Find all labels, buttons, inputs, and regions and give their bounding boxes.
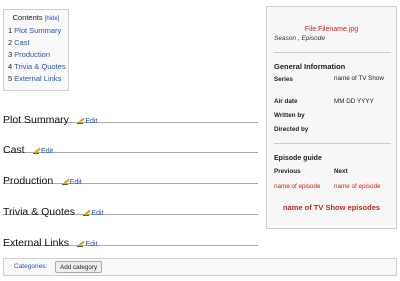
toc-item-cast[interactable]: 2 Cast [8, 37, 64, 49]
edit-link[interactable]: Edit [77, 241, 97, 248]
section-external-links: External Links Edit [3, 233, 258, 249]
section-heading: Production [3, 175, 54, 187]
toc-hide-link[interactable]: [hide] [45, 16, 60, 22]
add-category-button[interactable]: Add category [55, 261, 103, 273]
section-heading: Trivia & Quotes [3, 206, 75, 218]
section-heading: Cast [3, 144, 25, 156]
toc-item-label[interactable]: Cast [14, 38, 29, 47]
section-heading: Plot Summary [3, 114, 69, 126]
toc-item-label[interactable]: Production [14, 50, 50, 59]
edit-link[interactable]: Edit [61, 178, 82, 186]
written-by-label: Written by [274, 112, 305, 119]
toc-item-external-links[interactable]: 5 External Links [8, 73, 64, 85]
section-plot-summary: Plot Summary Edit [3, 110, 258, 126]
episode-guide-heading: Episode guide [274, 155, 322, 162]
section-heading: External Links [3, 237, 69, 249]
air-date-value: MM DD YYYY [334, 98, 374, 105]
all-episodes-link[interactable]: name of TV Show episodes [267, 203, 396, 212]
next-label: Next [334, 168, 348, 175]
episode-infobox: File:Filename.jpg Season , Episode Gener… [266, 6, 397, 229]
toc-header: Contents [hide] [8, 13, 64, 22]
edit-link[interactable]: Edit [33, 148, 53, 155]
pencil-icon [33, 147, 40, 154]
toc-list: 1 Plot Summary 2 Cast 3 Production 4 Trivia … [8, 25, 66, 85]
previous-label: Previous [274, 168, 301, 175]
edit-link[interactable]: Edit [83, 210, 103, 217]
toc-item-label[interactable]: External Links [14, 74, 61, 83]
categories-bar: Categories: Add category [3, 258, 397, 276]
pencil-icon [77, 240, 84, 247]
pencil-icon [61, 178, 69, 185]
toc-title: Contents [12, 13, 43, 22]
edit-link[interactable]: Edit [77, 118, 97, 125]
toc-item-label[interactable]: Plot Summary [14, 26, 61, 35]
divider [274, 143, 391, 144]
toc-item-production[interactable]: 3 Production [8, 49, 64, 61]
section-cast: Cast Edit [3, 140, 258, 156]
toc-item-label[interactable]: Trivia & Quotes [14, 62, 65, 71]
section-trivia-quotes: Trivia & Quotes Edit [3, 202, 258, 218]
categories-link[interactable]: Categories: [14, 263, 47, 270]
pencil-icon [83, 209, 90, 216]
image-file-link[interactable]: File:Filename.jpg [267, 26, 396, 33]
pencil-icon [77, 117, 84, 124]
next-episode-link[interactable]: name of episode [334, 183, 381, 190]
table-of-contents: Contents [hide] 1 Plot Summary 2 Cast 3 Pro… [3, 9, 69, 91]
general-information-heading: General Information [274, 62, 346, 71]
series-label: Series [274, 76, 293, 83]
image-caption: Season , Episode [274, 35, 325, 42]
divider [274, 52, 391, 53]
air-date-label: Air date [274, 98, 298, 105]
series-value: name of TV Show [334, 75, 384, 82]
toc-item-plot-summary[interactable]: 1 Plot Summary [8, 25, 64, 37]
toc-item-trivia-quotes[interactable]: 4 Trivia & Quotes [8, 61, 66, 73]
previous-episode-link[interactable]: name of episode [274, 183, 321, 190]
directed-by-label: Directed by [274, 126, 309, 133]
section-production: Production Edit [3, 171, 258, 187]
